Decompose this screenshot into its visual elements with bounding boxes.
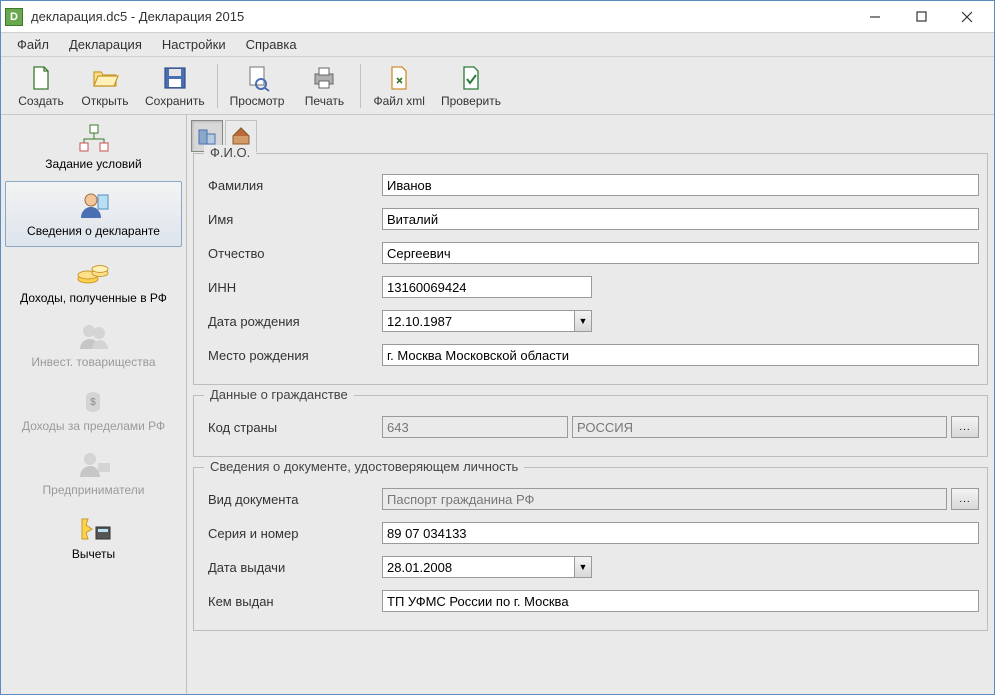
content-area: Задание условий Сведения о декларанте До…: [1, 115, 994, 694]
sidebar-income-abroad: $ Доходы за пределами РФ: [1, 377, 186, 441]
sidebar-conditions-label: Задание условий: [45, 157, 141, 171]
main-panel: Ф.И.О. Фамилия Имя Отчество ИНН: [187, 115, 994, 694]
patronymic-input[interactable]: [382, 242, 979, 264]
sidebar-income-rf[interactable]: Доходы, полученные в РФ: [1, 249, 186, 313]
new-file-icon: [27, 64, 55, 92]
name-label: Имя: [202, 212, 382, 227]
fieldset-fio: Ф.И.О. Фамилия Имя Отчество ИНН: [193, 153, 988, 385]
fieldset-identity: Сведения о документе, удостоверяющем лич…: [193, 467, 988, 631]
section-tabs: [187, 115, 994, 153]
deductions-icon: [74, 513, 114, 543]
dob-input[interactable]: [382, 310, 592, 332]
close-button[interactable]: [944, 2, 990, 32]
pob-label: Место рождения: [202, 348, 382, 363]
country-name-input: [572, 416, 947, 438]
print-icon: [310, 64, 338, 92]
sidebar: Задание условий Сведения о декларанте До…: [1, 115, 187, 694]
toolbar-print[interactable]: Печать: [292, 59, 356, 113]
toolbar-open-label: Открыть: [81, 94, 128, 108]
sidebar-business: Предприниматели: [1, 441, 186, 505]
legend-citizenship: Данные о гражданстве: [204, 387, 354, 402]
toolbar-create[interactable]: Создать: [9, 59, 73, 113]
toolbar-check-label: Проверить: [441, 94, 501, 108]
app-window: D декларация.dc5 - Декларация 2015 Файл …: [0, 0, 995, 695]
sidebar-deductions[interactable]: Вычеты: [1, 505, 186, 569]
legend-identity: Сведения о документе, удостоверяющем лич…: [204, 459, 524, 474]
doc-type-lookup-button[interactable]: ...: [951, 488, 979, 510]
doc-serial-label: Серия и номер: [202, 526, 382, 541]
sidebar-income-abroad-label: Доходы за пределами РФ: [22, 419, 165, 433]
check-icon: [457, 64, 485, 92]
pob-input[interactable]: [382, 344, 979, 366]
issue-date-dropdown-button[interactable]: ▼: [574, 556, 592, 578]
conditions-icon: [74, 123, 114, 153]
abroad-icon: $: [74, 385, 114, 415]
surname-label: Фамилия: [202, 178, 382, 193]
dob-label: Дата рождения: [202, 314, 382, 329]
toolbar-check[interactable]: Проверить: [433, 59, 509, 113]
business-icon: [74, 449, 114, 479]
minimize-button[interactable]: [852, 2, 898, 32]
doc-type-label: Вид документа: [202, 492, 382, 507]
sidebar-deductions-label: Вычеты: [72, 547, 115, 561]
app-icon: D: [5, 8, 23, 26]
patronymic-label: Отчество: [202, 246, 382, 261]
issue-date-label: Дата выдачи: [202, 560, 382, 575]
toolbar-separator: [360, 64, 361, 108]
toolbar: Создать Открыть Сохранить Просмотр Печат…: [1, 57, 994, 115]
inn-label: ИНН: [202, 280, 382, 295]
xml-file-icon: [385, 64, 413, 92]
declarant-icon: [74, 190, 114, 220]
toolbar-preview-label: Просмотр: [230, 94, 285, 108]
sidebar-declarant-label: Сведения о декларанте: [27, 224, 160, 238]
toolbar-filexml-label: Файл xml: [373, 94, 425, 108]
menubar: Файл Декларация Настройки Справка: [1, 33, 994, 57]
menu-help[interactable]: Справка: [238, 35, 305, 54]
toolbar-print-label: Печать: [305, 94, 344, 108]
dob-dropdown-button[interactable]: ▼: [574, 310, 592, 332]
income-icon: [74, 257, 114, 287]
country-lookup-button[interactable]: ...: [951, 416, 979, 438]
toolbar-preview[interactable]: Просмотр: [222, 59, 293, 113]
doc-type-input: [382, 488, 947, 510]
country-code-label: Код страны: [202, 420, 382, 435]
open-folder-icon: [91, 64, 119, 92]
sidebar-declarant[interactable]: Сведения о декларанте: [5, 181, 182, 247]
titlebar: D декларация.dc5 - Декларация 2015: [1, 1, 994, 33]
preview-icon: [243, 64, 271, 92]
country-code-input: [382, 416, 568, 438]
toolbar-save-label: Сохранить: [145, 94, 205, 108]
issued-by-label: Кем выдан: [202, 594, 382, 609]
invest-icon: [74, 321, 114, 351]
toolbar-open[interactable]: Открыть: [73, 59, 137, 113]
sidebar-business-label: Предприниматели: [43, 483, 145, 497]
issue-date-input[interactable]: [382, 556, 592, 578]
toolbar-create-label: Создать: [18, 94, 64, 108]
sidebar-conditions[interactable]: Задание условий: [1, 115, 186, 179]
legend-fio: Ф.И.О.: [204, 145, 256, 160]
sidebar-invest-label: Инвест. товарищества: [31, 355, 155, 369]
sidebar-invest: Инвест. товарищества: [1, 313, 186, 377]
maximize-button[interactable]: [898, 2, 944, 32]
svg-text:$: $: [90, 397, 96, 408]
menu-declaration[interactable]: Декларация: [61, 35, 150, 54]
menu-file[interactable]: Файл: [9, 35, 57, 54]
save-disk-icon: [161, 64, 189, 92]
toolbar-filexml[interactable]: Файл xml: [365, 59, 433, 113]
fieldset-citizenship: Данные о гражданстве Код страны ...: [193, 395, 988, 457]
menu-settings[interactable]: Настройки: [154, 35, 234, 54]
name-input[interactable]: [382, 208, 979, 230]
toolbar-separator: [217, 64, 218, 108]
sidebar-income-rf-label: Доходы, полученные в РФ: [20, 291, 167, 305]
window-title: декларация.dc5 - Декларация 2015: [31, 9, 852, 24]
doc-serial-input[interactable]: [382, 522, 979, 544]
inn-input[interactable]: [382, 276, 592, 298]
toolbar-save[interactable]: Сохранить: [137, 59, 213, 113]
surname-input[interactable]: [382, 174, 979, 196]
issued-by-input[interactable]: [382, 590, 979, 612]
